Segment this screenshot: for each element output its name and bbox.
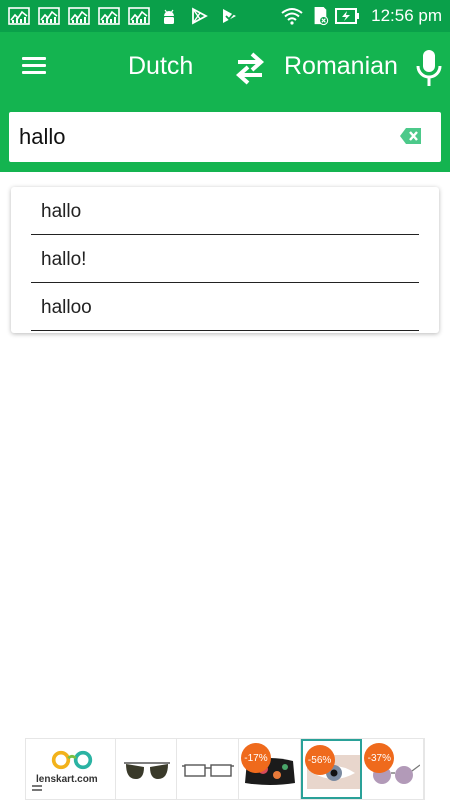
suggestion-item[interactable]: hallo! <box>11 235 439 283</box>
play-store-alt-icon <box>223 9 236 23</box>
ad-logo-text: lenskart.com <box>36 774 98 785</box>
target-language-button[interactable]: Romanian <box>284 52 398 81</box>
notification-icons <box>8 7 240 25</box>
play-store-icon <box>192 7 208 25</box>
ad-menu-icon[interactable] <box>32 785 42 793</box>
backspace-clear-icon[interactable] <box>399 126 423 146</box>
suggestion-list: hallo hallo! halloo <box>11 187 439 333</box>
aviator-sunglasses-icon <box>123 762 170 779</box>
source-language-button[interactable]: Dutch <box>128 52 193 81</box>
ad-product-tile[interactable]: -17% <box>239 739 301 799</box>
system-icons: 12:56 pm <box>279 5 442 27</box>
stats-icon <box>98 7 120 25</box>
ad-product-tile[interactable]: -56% <box>300 739 363 799</box>
stats-icon <box>128 7 150 25</box>
search-box <box>9 112 441 162</box>
suggestion-item[interactable]: halloo <box>11 283 439 331</box>
stats-icon <box>68 7 90 25</box>
suggestion-label: hallo <box>41 201 82 222</box>
microphone-icon[interactable] <box>414 46 444 90</box>
discount-badge: -17% <box>240 743 271 773</box>
ad-product-tile[interactable] <box>177 739 239 799</box>
wifi-icon <box>281 8 303 25</box>
ad-logo[interactable]: lenskart.com <box>26 739 116 799</box>
swap-arrows-icon[interactable] <box>232 48 268 88</box>
discount-badge: -56% <box>304 745 335 775</box>
suggestion-label: halloo <box>41 297 92 318</box>
hamburger-menu-icon[interactable] <box>22 54 50 80</box>
battery-charging-icon <box>335 8 360 24</box>
lenskart-logo-icon <box>51 750 93 770</box>
status-bar: 12:56 pm <box>0 0 450 32</box>
ad-product-tile[interactable] <box>116 739 178 799</box>
search-area <box>0 104 450 172</box>
ad-banner[interactable]: lenskart.com -17% -56% -37% <box>25 738 425 800</box>
suggestion-item[interactable]: hallo <box>11 187 439 235</box>
suggestion-label: hallo! <box>41 249 87 270</box>
status-time: 12:56 pm <box>371 6 442 25</box>
divider <box>31 330 419 331</box>
toolbar: Dutch Romanian <box>0 32 450 104</box>
rectangular-eyeglasses-icon <box>182 764 235 777</box>
stats-icon <box>38 7 60 25</box>
stats-icon <box>8 7 30 25</box>
sd-card-icon <box>314 7 329 26</box>
android-icon <box>164 9 174 24</box>
ad-product-tile[interactable]: -37% <box>362 739 424 799</box>
search-input[interactable] <box>19 120 389 154</box>
